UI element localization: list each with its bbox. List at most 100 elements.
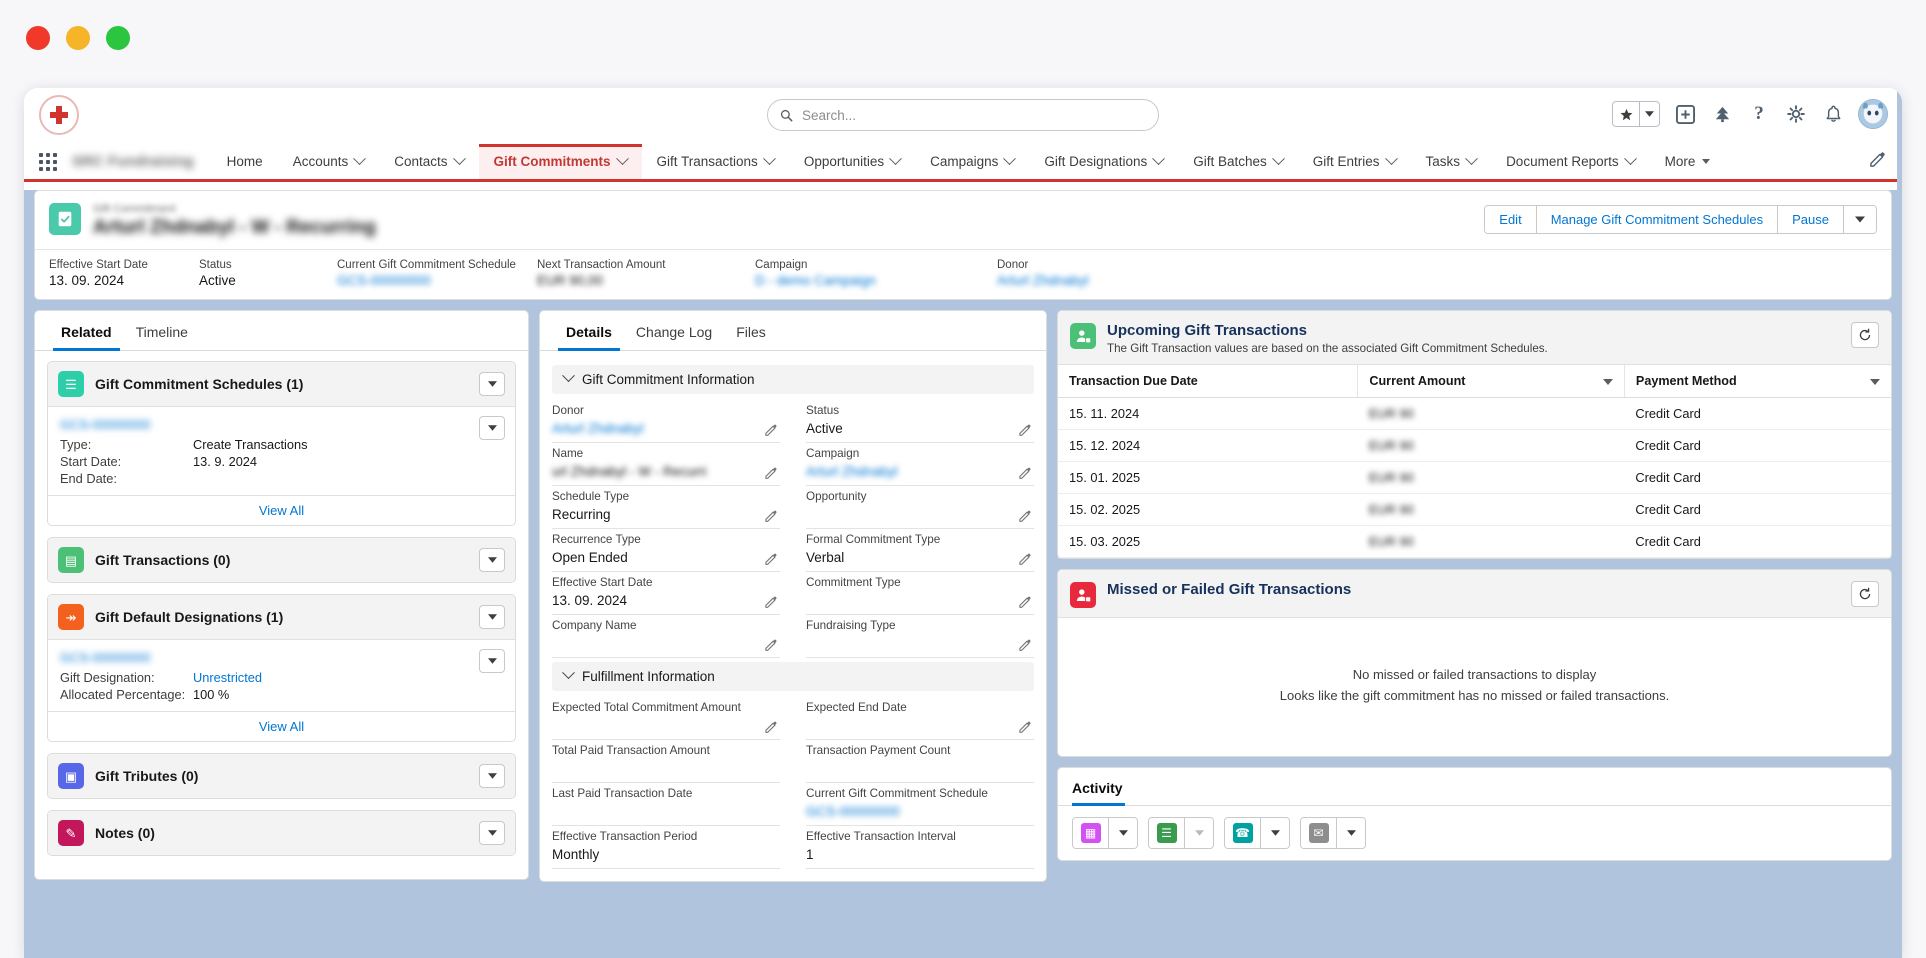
chevron-down-icon[interactable] xyxy=(1623,152,1637,166)
related-record-link[interactable]: GCS-00000000 xyxy=(60,650,210,665)
nav-item-opportunities[interactable]: Opportunities xyxy=(789,144,915,179)
tab-related[interactable]: Related xyxy=(49,311,124,351)
tab-timeline[interactable]: Timeline xyxy=(124,311,200,350)
new-event-button[interactable]: ▦ xyxy=(1072,817,1138,849)
chevron-down-icon[interactable] xyxy=(1465,152,1478,166)
chevron-down-icon[interactable] xyxy=(562,368,575,382)
field-value[interactable]: Arturl Zhdnabyl xyxy=(806,462,1034,481)
new-event-button-dropdown-icon[interactable] xyxy=(1109,818,1137,848)
global-search[interactable] xyxy=(767,99,1159,131)
nav-item-tasks[interactable]: Tasks xyxy=(1411,144,1492,179)
nav-item-gift-transactions[interactable]: Gift Transactions xyxy=(642,144,789,179)
edit-pencil-icon[interactable] xyxy=(1018,720,1032,734)
edit-pencil-icon[interactable] xyxy=(764,638,778,652)
edit-pencil-icon[interactable] xyxy=(1018,595,1032,609)
app-launcher-button[interactable] xyxy=(24,144,64,179)
edit-pencil-icon[interactable] xyxy=(764,509,778,523)
setup-tree-icon[interactable] xyxy=(1710,102,1734,126)
edit-pencil-icon[interactable] xyxy=(1018,638,1032,652)
nav-item-accounts[interactable]: Accounts xyxy=(278,144,380,179)
page-scrollbar[interactable] xyxy=(1897,88,1902,958)
edit-button[interactable]: Edit xyxy=(1485,206,1537,233)
nav-item-gift-batches[interactable]: Gift Batches xyxy=(1178,144,1298,179)
chevron-down-icon[interactable] xyxy=(1702,159,1711,164)
related-list-menu-icon[interactable] xyxy=(479,372,505,396)
edit-pencil-icon[interactable] xyxy=(1018,466,1032,480)
search-input[interactable] xyxy=(802,107,1146,123)
section-header[interactable]: Gift Commitment Information xyxy=(552,365,1034,394)
nav-item-contacts[interactable]: Contacts xyxy=(379,144,478,179)
field-value[interactable]: D - demo Campaign xyxy=(755,273,997,288)
column-header-payment-method[interactable]: Payment Method xyxy=(1624,365,1891,398)
chevron-down-icon[interactable] xyxy=(615,152,629,166)
edit-pencil-icon[interactable] xyxy=(764,423,778,437)
phone-log-icon[interactable]: ☎ xyxy=(1225,818,1261,848)
favorites-star-icon[interactable] xyxy=(1613,102,1639,126)
new-task-button[interactable]: ☰ xyxy=(1148,817,1214,849)
column-sort-icon[interactable] xyxy=(1595,374,1613,388)
nav-item-gift-commitments[interactable]: Gift Commitments xyxy=(478,144,642,179)
nav-item-more[interactable]: More xyxy=(1650,144,1726,179)
table-row[interactable]: 15. 03. 2025 EUR 90 Credit Card xyxy=(1058,525,1891,558)
table-row[interactable]: 15. 12. 2024 EUR 90 Credit Card xyxy=(1058,429,1891,462)
field-value[interactable]: GCS-00000000 xyxy=(806,802,1034,821)
table-row[interactable]: 15. 11. 2024 EUR 90 Credit Card xyxy=(1058,397,1891,430)
notifications-bell-icon[interactable] xyxy=(1821,102,1845,126)
column-header-current-amount[interactable]: Current Amount xyxy=(1357,365,1625,398)
tab-change-log[interactable]: Change Log xyxy=(624,311,724,350)
chevron-down-icon[interactable] xyxy=(1152,152,1166,166)
add-icon[interactable] xyxy=(1673,102,1697,126)
column-header-transaction-due-date[interactable]: Transaction Due Date xyxy=(1058,365,1359,398)
chevron-down-icon[interactable] xyxy=(889,152,902,166)
close-window-button[interactable] xyxy=(26,26,50,50)
tab-files[interactable]: Files xyxy=(724,311,778,350)
table-row[interactable]: 15. 02. 2025 EUR 90 Credit Card xyxy=(1058,493,1891,526)
chevron-down-icon[interactable] xyxy=(1003,152,1017,166)
view-all-link[interactable]: View All xyxy=(48,495,515,525)
chevron-down-icon[interactable] xyxy=(1271,152,1285,166)
settings-gear-icon[interactable] xyxy=(1784,102,1808,126)
edit-pencil-icon[interactable] xyxy=(1018,509,1032,523)
log-a-call-button[interactable]: ☎ xyxy=(1224,817,1290,849)
manage-gift-commitment-schedules-button[interactable]: Manage Gift Commitment Schedules xyxy=(1536,206,1779,233)
chevron-down-icon[interactable] xyxy=(562,665,575,679)
nav-item-gift-designations[interactable]: Gift Designations xyxy=(1029,144,1178,179)
field-value[interactable]: Arturl Zhdnabyl xyxy=(552,419,780,438)
table-row[interactable]: 15. 01. 2025 EUR 90 Credit Card xyxy=(1058,461,1891,494)
chevron-down-icon[interactable] xyxy=(452,152,466,166)
nav-item-document-reports[interactable]: Document Reports xyxy=(1491,144,1650,179)
email-button[interactable]: ✉ xyxy=(1300,817,1366,849)
section-header[interactable]: Fulfillment Information xyxy=(552,662,1034,691)
column-sort-icon[interactable] xyxy=(1862,374,1880,388)
list-item[interactable]: GCS-00000000 Gift Designation: Unrestric… xyxy=(48,640,515,711)
chevron-down-icon[interactable] xyxy=(1384,152,1398,166)
chevron-down-icon[interactable] xyxy=(353,152,367,166)
log-a-call-button-dropdown-icon[interactable] xyxy=(1261,818,1289,848)
edit-pencil-icon[interactable] xyxy=(764,466,778,480)
edit-pencil-icon[interactable] xyxy=(1018,552,1032,566)
related-list-menu-icon[interactable] xyxy=(479,605,505,629)
calendar-icon[interactable]: ▦ xyxy=(1073,818,1109,848)
refresh-missed-icon[interactable] xyxy=(1851,581,1879,607)
nav-item-home[interactable]: Home xyxy=(212,144,278,179)
edit-pencil-icon[interactable] xyxy=(764,552,778,566)
task-list-icon[interactable]: ☰ xyxy=(1149,818,1185,848)
related-record-link[interactable]: GCS-00000000 xyxy=(60,417,210,432)
list-item[interactable]: GCS-00000000 Type: Create Transactions S… xyxy=(48,407,515,495)
nav-item-gift-entries[interactable]: Gift Entries xyxy=(1298,144,1411,179)
favorites-dropdown-icon[interactable] xyxy=(1639,102,1659,126)
record-actions-dropdown-icon[interactable] xyxy=(1844,206,1876,233)
minimize-window-button[interactable] xyxy=(66,26,90,50)
tab-activity[interactable]: Activity xyxy=(1072,780,1125,806)
related-list-menu-icon[interactable] xyxy=(479,821,505,845)
field-value[interactable]: GCS-00000000 xyxy=(337,273,537,288)
favorites-control[interactable] xyxy=(1612,101,1660,127)
email-icon[interactable]: ✉ xyxy=(1301,818,1337,848)
row-menu-icon[interactable] xyxy=(479,416,505,440)
related-list-menu-icon[interactable] xyxy=(479,548,505,572)
view-all-link[interactable]: View All xyxy=(48,711,515,741)
related-list-menu-icon[interactable] xyxy=(479,764,505,788)
nav-item-campaigns[interactable]: Campaigns xyxy=(915,144,1029,179)
pause-button[interactable]: Pause xyxy=(1778,206,1844,233)
maximize-window-button[interactable] xyxy=(106,26,130,50)
